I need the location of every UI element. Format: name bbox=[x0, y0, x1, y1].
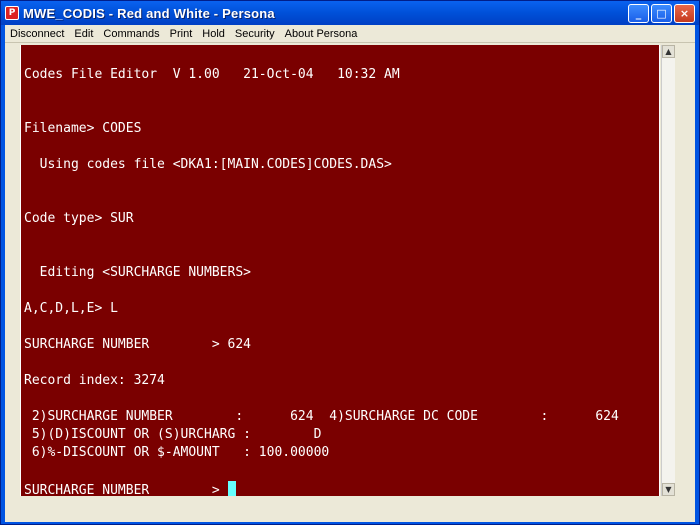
terminal-surcharge-number-line: SURCHARGE NUMBER > 624 bbox=[24, 337, 251, 352]
menu-edit[interactable]: Edit bbox=[69, 25, 98, 43]
terminal-input-prompt: SURCHARGE NUMBER > bbox=[24, 483, 228, 496]
scroll-down-arrow-icon[interactable]: ▼ bbox=[662, 483, 675, 496]
terminal-field-row-6: 6)%-DISCOUNT OR $-AMOUNT : 100.00000 bbox=[24, 445, 330, 460]
close-button[interactable]: × bbox=[674, 4, 695, 23]
menu-security[interactable]: Security bbox=[230, 25, 280, 43]
terminal-editing-line: Editing <SURCHARGE NUMBERS> bbox=[24, 265, 251, 280]
title-bar[interactable]: P MWE_CODIS - Red and White - Persona _ … bbox=[1, 1, 699, 25]
menu-disconnect[interactable]: Disconnect bbox=[5, 25, 69, 43]
menu-bar: Disconnect Edit Commands Print Hold Secu… bbox=[5, 25, 695, 43]
menu-about-persona[interactable]: About Persona bbox=[280, 25, 363, 43]
terminal-codes-file-line: Using codes file <DKA1:[MAIN.CODES]CODES… bbox=[24, 157, 392, 172]
vertical-scrollbar[interactable]: ▲ ▼ bbox=[661, 45, 675, 496]
terminal-code-type-line: Code type> SUR bbox=[24, 211, 134, 226]
terminal-header-line: Codes File Editor V 1.00 21-Oct-04 10:32… bbox=[24, 67, 400, 82]
terminal-menu-prompt-line: A,C,D,L,E> L bbox=[24, 301, 118, 316]
scroll-up-arrow-icon[interactable]: ▲ bbox=[662, 45, 675, 58]
terminal-filename-line: Filename> CODES bbox=[24, 121, 142, 136]
terminal-record-index-line: Record index: 3274 bbox=[24, 373, 165, 388]
maximize-button[interactable]: □ bbox=[651, 4, 672, 23]
terminal-input-prompt-line[interactable]: SURCHARGE NUMBER > bbox=[24, 481, 236, 496]
menu-commands[interactable]: Commands bbox=[98, 25, 164, 43]
terminal-field-row-2-4: 2)SURCHARGE NUMBER : 624 4)SURCHARGE DC … bbox=[24, 409, 619, 424]
window-title: MWE_CODIS - Red and White - Persona bbox=[23, 5, 275, 21]
client-area: Codes File Editor V 1.00 21-Oct-04 10:32… bbox=[5, 43, 695, 522]
persona-app-icon[interactable]: P bbox=[5, 6, 19, 20]
application-window: P MWE_CODIS - Red and White - Persona _ … bbox=[0, 0, 700, 525]
menu-print[interactable]: Print bbox=[165, 25, 198, 43]
terminal-screen[interactable]: Codes File Editor V 1.00 21-Oct-04 10:32… bbox=[20, 45, 660, 496]
text-cursor bbox=[227, 481, 236, 496]
minimize-button[interactable]: _ bbox=[628, 4, 649, 23]
menu-hold[interactable]: Hold bbox=[197, 25, 230, 43]
window-controls: _ □ × bbox=[628, 4, 695, 23]
terminal-field-row-5: 5)(D)ISCOUNT OR (S)URCHARG : D bbox=[24, 427, 322, 442]
